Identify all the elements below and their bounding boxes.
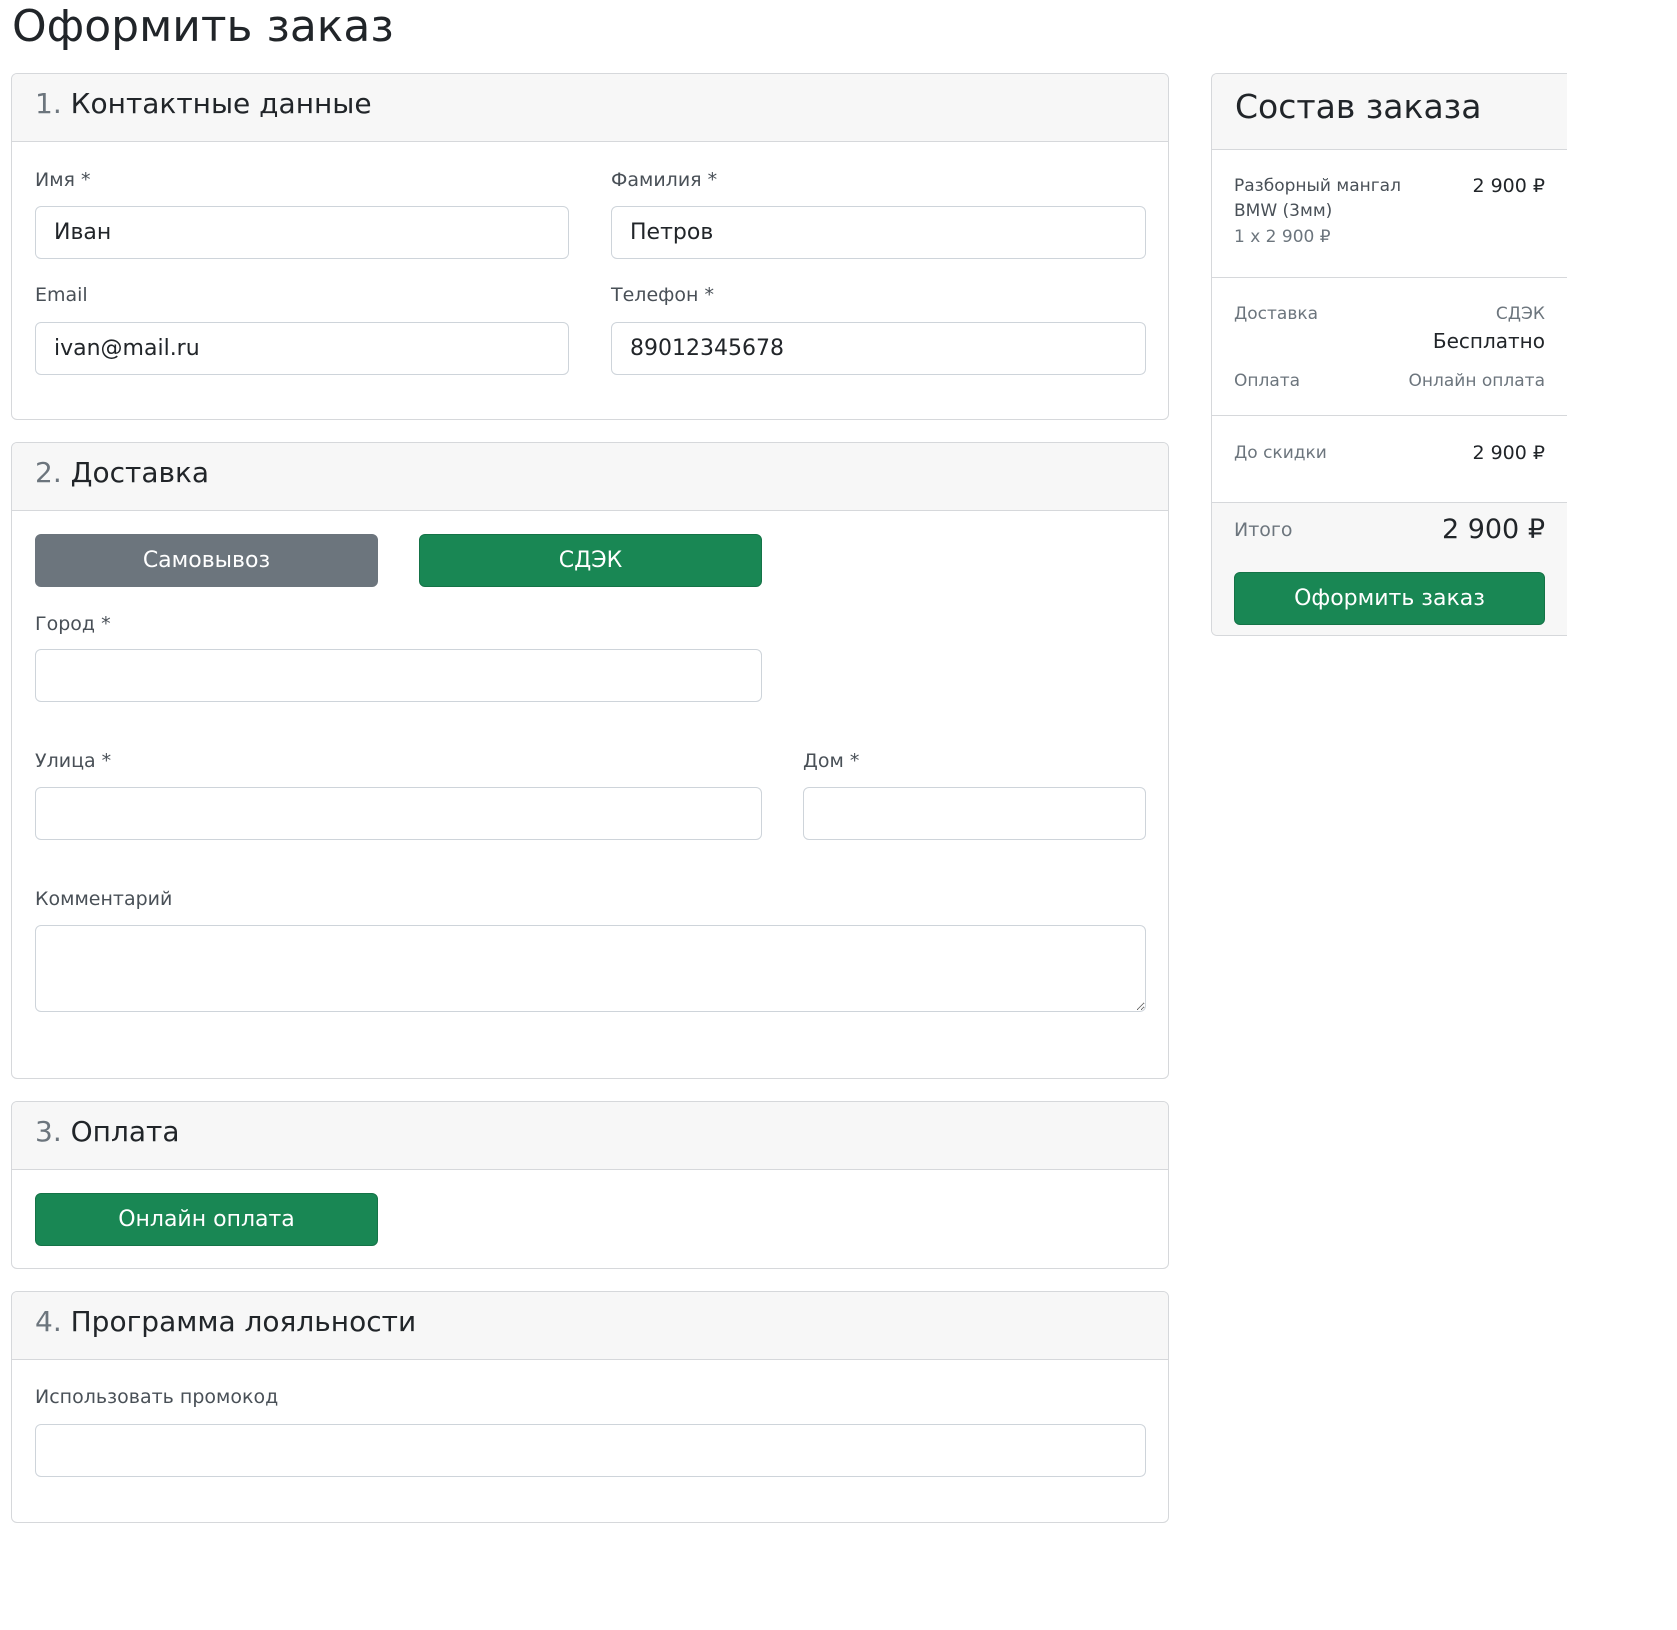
before-discount-value: 2 900 ₽ — [1472, 442, 1545, 464]
delivery-cost: Бесплатно — [1432, 329, 1545, 353]
delivery-title: Доставка — [70, 456, 210, 489]
payment-method: Онлайн оплата — [1408, 371, 1545, 391]
summary-divider — [1212, 415, 1567, 416]
city-label: Город * — [35, 613, 111, 635]
comment-label: Комментарий — [35, 888, 173, 910]
delivery-number: 2. — [35, 456, 62, 489]
delivery-header: 2. Доставка — [12, 443, 1168, 511]
delivery-method: СДЭК — [1495, 304, 1545, 324]
contacts-header: 1. Контактные данные — [12, 74, 1168, 142]
payment-label: Оплата — [1234, 371, 1301, 391]
item-price: 2 900 ₽ — [1472, 175, 1545, 197]
promo-input[interactable] — [35, 1424, 1146, 1477]
city-input[interactable] — [35, 649, 762, 702]
delivery-label: Доставка — [1234, 304, 1319, 324]
email-input[interactable] — [35, 322, 569, 375]
house-input[interactable] — [803, 787, 1146, 840]
contacts-title: Контактные данные — [70, 87, 372, 120]
last-name-input[interactable] — [611, 206, 1146, 259]
street-input[interactable] — [35, 787, 762, 840]
house-label: Дом * — [803, 750, 860, 772]
payment-card: 3. Оплата Онлайн оплата — [11, 1101, 1169, 1269]
delivery-card: 2. Доставка Самовывоз СДЭК Город * Улица… — [11, 442, 1169, 1079]
item-name-line2: BMW (3мм) — [1234, 201, 1333, 221]
first-name-input[interactable] — [35, 206, 569, 259]
email-label: Email — [35, 284, 88, 306]
payment-header: 3. Оплата — [12, 1102, 1168, 1170]
total-label: Итого — [1234, 519, 1293, 541]
promo-label: Использовать промокод — [35, 1386, 279, 1408]
summary-title: Состав заказа — [1212, 74, 1567, 150]
street-label: Улица * — [35, 750, 112, 772]
loyalty-title: Программа лояльности — [70, 1305, 417, 1338]
loyalty-number: 4. — [35, 1305, 62, 1338]
item-qty-price: 1 x 2 900 ₽ — [1234, 227, 1331, 247]
loyalty-header: 4. Программа лояльности — [12, 1292, 1168, 1360]
phone-input[interactable] — [611, 322, 1146, 375]
contacts-number: 1. — [35, 87, 62, 120]
loyalty-card: 4. Программа лояльности Использовать про… — [11, 1291, 1169, 1523]
phone-label: Телефон * — [611, 284, 714, 306]
first-name-label: Имя * — [35, 169, 91, 191]
payment-number: 3. — [35, 1115, 62, 1148]
total-value: 2 900 ₽ — [1441, 514, 1545, 545]
place-order-button[interactable]: Оформить заказ — [1234, 572, 1545, 625]
order-summary-card: Состав заказа Разборный мангал BMW (3мм)… — [1211, 73, 1567, 636]
total-section: Итого 2 900 ₽ Оформить заказ — [1212, 502, 1567, 635]
comment-textarea[interactable] — [35, 925, 1146, 1012]
item-name-line1: Разборный мангал — [1234, 176, 1401, 196]
before-discount-label: До скидки — [1234, 443, 1327, 463]
last-name-label: Фамилия * — [611, 169, 718, 191]
online-payment-button[interactable]: Онлайн оплата — [35, 1193, 378, 1246]
payment-title: Оплата — [70, 1115, 180, 1148]
pickup-button[interactable]: Самовывоз — [35, 534, 378, 587]
cdek-button[interactable]: СДЭК — [419, 534, 762, 587]
summary-divider — [1212, 277, 1567, 278]
contacts-card: 1. Контактные данные Имя * Фамилия * Ema… — [11, 73, 1169, 420]
page-title: Оформить заказ — [12, 1, 394, 52]
